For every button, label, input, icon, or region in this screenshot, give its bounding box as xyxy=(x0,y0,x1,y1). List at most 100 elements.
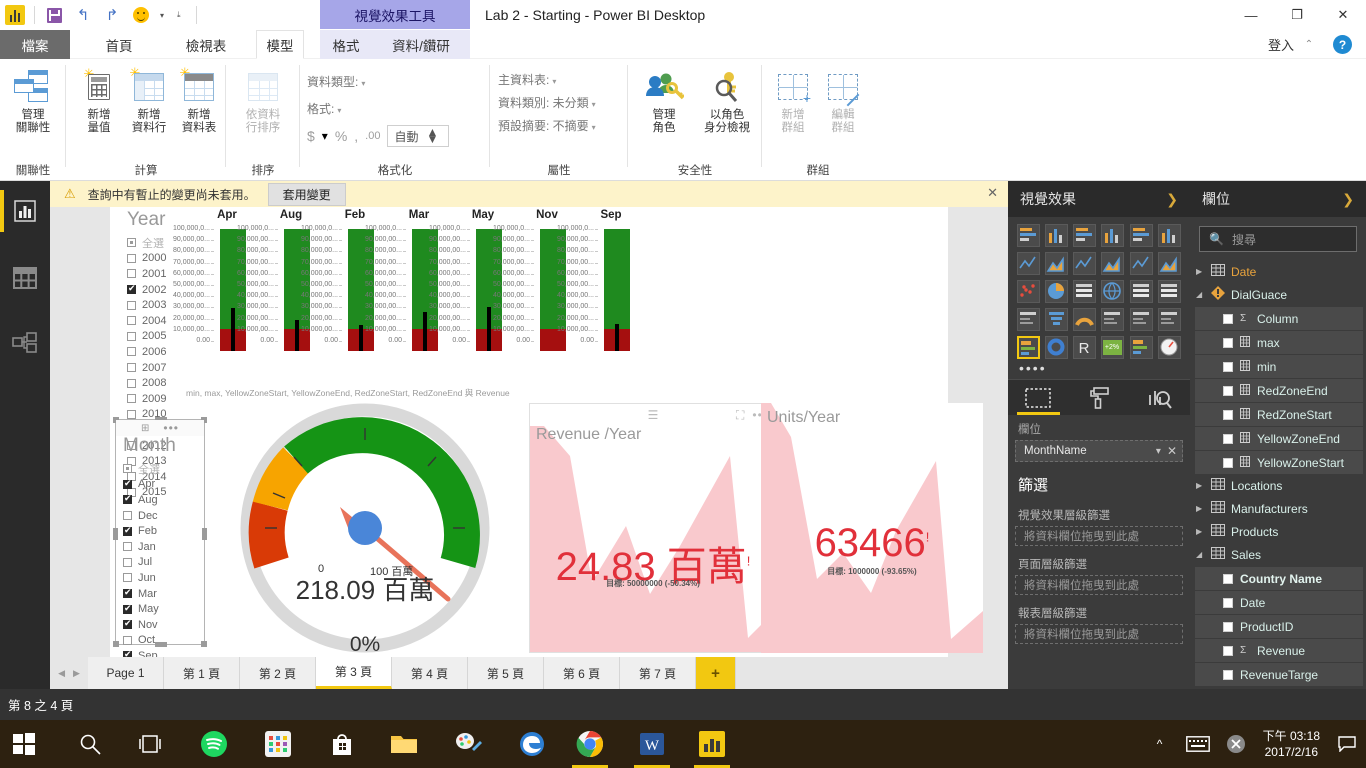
map-icon[interactable] xyxy=(1101,280,1125,303)
tab-fields[interactable] xyxy=(1008,380,1069,415)
checkbox[interactable] xyxy=(1223,433,1233,444)
checkbox[interactable] xyxy=(1223,457,1233,468)
field-row[interactable]: min xyxy=(1195,355,1363,378)
scatter-chart-icon[interactable] xyxy=(1017,280,1040,303)
100-stacked-bar-chart-icon[interactable] xyxy=(1129,224,1153,247)
slicer-item[interactable]: Feb xyxy=(123,523,203,539)
kpi-card-units[interactable]: Units/Year 63466! 目標: 1000000 (-93.65%) xyxy=(761,403,983,653)
line-clustered-column-icon[interactable] xyxy=(1129,252,1153,275)
checkbox[interactable] xyxy=(123,573,132,583)
smiley-icon[interactable] xyxy=(131,5,151,25)
page-tab[interactable]: Page 1 xyxy=(88,657,164,689)
checkbox[interactable] xyxy=(1223,621,1233,632)
paint3d-taskbar-icon[interactable] xyxy=(444,720,492,768)
chevron-right-icon[interactable]: ❯ xyxy=(1166,191,1178,208)
pie-chart-icon[interactable] xyxy=(1045,280,1069,303)
undo-icon[interactable]: ↰ xyxy=(73,5,93,25)
field-row[interactable]: YellowZoneStart xyxy=(1195,451,1363,474)
field-table-row[interactable]: ◢ DialGuace xyxy=(1190,283,1366,306)
ribbon-tab-data-drill[interactable]: 資料/鑽研 xyxy=(372,30,470,59)
tab-format[interactable] xyxy=(1069,380,1130,415)
checkbox[interactable] xyxy=(1223,313,1233,324)
filter-drop-zone[interactable]: 將資料欄位拖曳到此處 xyxy=(1015,575,1183,595)
stacked-area-chart-icon[interactable] xyxy=(1073,252,1097,275)
field-row[interactable]: Country Name xyxy=(1195,567,1363,590)
line-stacked-column-icon[interactable] xyxy=(1101,252,1125,275)
slicer-item[interactable]: Jan xyxy=(123,539,203,555)
field-row[interactable]: Date xyxy=(1195,591,1363,614)
checkbox[interactable] xyxy=(127,363,136,373)
chevron-right-icon[interactable]: ▶ xyxy=(1196,504,1205,513)
slicer-select-all-row[interactable]: 全選 xyxy=(123,461,203,477)
microsoft-store-taskbar-icon[interactable] xyxy=(318,720,366,768)
custom-green-icon[interactable]: +2% xyxy=(1101,336,1125,359)
checkbox[interactable] xyxy=(123,511,132,521)
percent-icon[interactable]: % xyxy=(335,128,347,144)
format-dropdown[interactable]: 格式: ▾ xyxy=(307,100,341,117)
chevron-left-icon[interactable]: ◀ xyxy=(58,668,65,679)
currency-icon[interactable]: $ xyxy=(307,128,315,144)
more-options-icon[interactable]: ••• xyxy=(163,421,179,435)
model-view-button[interactable] xyxy=(8,326,42,360)
dial-gauge-icon[interactable] xyxy=(1157,336,1181,359)
checkbox[interactable] xyxy=(123,557,132,567)
checkbox[interactable] xyxy=(127,347,136,357)
edit-group-button[interactable]: 編輯 群組 xyxy=(818,65,868,135)
area-chart-icon[interactable] xyxy=(1045,252,1069,275)
funnel-icon[interactable] xyxy=(1045,308,1069,331)
checkbox[interactable] xyxy=(1223,645,1233,656)
slicer-item[interactable]: Mar xyxy=(123,586,203,602)
checkbox[interactable] xyxy=(127,378,136,388)
checkbox[interactable] xyxy=(123,587,132,599)
checkbox[interactable] xyxy=(1223,573,1233,584)
card-icon[interactable] xyxy=(1129,308,1153,331)
slicer-item[interactable]: Apr xyxy=(123,477,203,493)
slicer-item[interactable]: 2007 xyxy=(127,360,205,376)
home-table-dropdown[interactable]: 主資料表: ▾ xyxy=(498,71,556,88)
checkbox[interactable] xyxy=(1223,385,1233,396)
close-icon[interactable]: ✕ xyxy=(1167,444,1177,458)
action-center-button[interactable] xyxy=(1328,720,1366,768)
slicer-icon[interactable] xyxy=(1017,336,1040,359)
slicer-item[interactable]: Jul xyxy=(123,555,203,571)
field-row[interactable]: YellowZoneEnd xyxy=(1195,427,1363,450)
field-table-row[interactable]: ▶ Locations xyxy=(1190,474,1366,497)
comma-icon[interactable]: , xyxy=(354,128,358,144)
more-visuals-icon[interactable]: •••• xyxy=(1008,359,1190,379)
field-row[interactable]: Σ Column xyxy=(1195,307,1363,330)
page-tab[interactable]: 第 7 頁 xyxy=(620,657,696,689)
field-table-row[interactable]: ◢ Sales xyxy=(1190,543,1366,566)
data-view-button[interactable] xyxy=(8,261,42,295)
tab-analytics[interactable] xyxy=(1129,380,1190,415)
close-button[interactable]: ✕ xyxy=(1320,0,1366,30)
close-icon[interactable]: ✕ xyxy=(987,185,998,201)
checkbox[interactable] xyxy=(123,603,132,614)
apply-changes-button[interactable]: 套用變更 xyxy=(267,182,346,206)
filter-drop-zone[interactable]: 將資料欄位拖曳到此處 xyxy=(1015,526,1183,546)
field-row[interactable]: Σ Revenue xyxy=(1195,639,1363,662)
checkbox[interactable] xyxy=(1223,669,1233,680)
stacked-column-chart-icon[interactable] xyxy=(1045,224,1069,247)
slicer-item[interactable]: May xyxy=(123,601,203,617)
power-bi-taskbar-icon[interactable] xyxy=(688,720,736,768)
multi-row-card-icon[interactable] xyxy=(1101,308,1125,331)
checkbox[interactable] xyxy=(123,493,132,505)
chrome-taskbar-icon[interactable] xyxy=(566,720,614,768)
sort-by-column-button[interactable]: 依資料 行排序 xyxy=(232,65,294,135)
checkbox[interactable] xyxy=(127,409,136,419)
chevron-right-icon[interactable]: ▶ xyxy=(1196,527,1205,536)
report-view-button[interactable] xyxy=(0,190,42,232)
page-nav-arrows[interactable]: ◀ ▶ xyxy=(50,657,88,689)
field-row[interactable]: RedZoneStart xyxy=(1195,403,1363,426)
checkbox[interactable] xyxy=(127,316,136,326)
page-tab[interactable]: 第 1 頁 xyxy=(164,657,240,689)
checkbox[interactable] xyxy=(127,238,136,248)
view-as-roles-button[interactable]: 以角色 身分檢視 xyxy=(694,65,760,135)
show-hidden-icons-button[interactable]: ^ xyxy=(1141,720,1179,768)
drag-handle-icon[interactable]: ☰ xyxy=(648,408,659,422)
manage-relationships-button[interactable]: 管理 關聯性 xyxy=(4,65,62,135)
page-tab[interactable]: 第 5 頁 xyxy=(468,657,544,689)
data-type-dropdown[interactable]: 資料類型: ▾ xyxy=(307,73,365,90)
field-table-row[interactable]: ▶ Date xyxy=(1190,260,1366,283)
manage-roles-button[interactable]: 管理 角色 xyxy=(634,65,694,135)
